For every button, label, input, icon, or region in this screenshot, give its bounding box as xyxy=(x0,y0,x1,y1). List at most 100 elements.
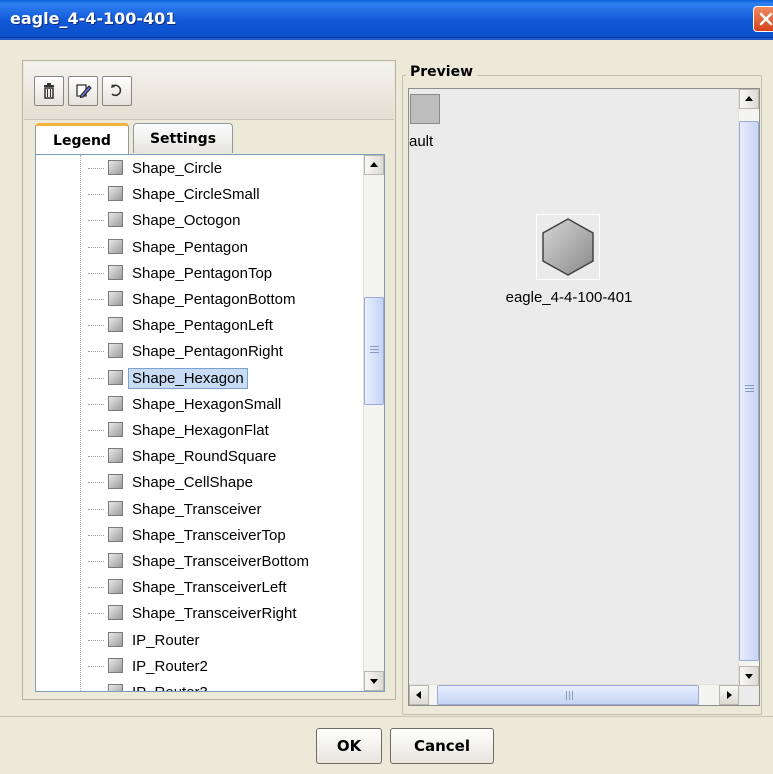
preview-scroll-up-button[interactable] xyxy=(739,89,759,109)
preview-label: Preview xyxy=(406,64,478,80)
shape-swatch-icon xyxy=(108,160,123,175)
tree-connector xyxy=(88,272,104,274)
toolbar xyxy=(24,62,394,120)
tree-item-label: Shape_TransceiverLeft xyxy=(132,579,287,597)
shape-swatch-icon xyxy=(108,212,123,228)
tree-item[interactable]: Shape_Circle xyxy=(36,155,356,181)
tree-connector xyxy=(88,403,104,405)
scroll-down-button[interactable] xyxy=(364,671,384,691)
tree-item[interactable]: Shape_CellShape xyxy=(36,469,356,495)
tree-item[interactable]: Shape_Hexagon xyxy=(36,365,356,391)
shape-swatch-icon xyxy=(108,500,123,516)
preview-horizontal-scrollbar[interactable] xyxy=(409,684,739,705)
tree-connector xyxy=(88,482,104,484)
tree-item-label: Shape_HexagonSmall xyxy=(132,395,282,413)
scroll-thumb[interactable] xyxy=(364,297,384,405)
tab-settings[interactable]: Settings xyxy=(133,123,233,153)
tree-item-label: Shape_TransceiverRight xyxy=(132,605,297,623)
tree-item-label: IP_Router3 xyxy=(128,682,212,691)
tree-connector xyxy=(88,508,104,510)
tree-item-label: Shape_Circle xyxy=(132,160,223,177)
preview-canvas[interactable]: ault eagle_4-4-100-401 xyxy=(408,88,760,706)
tree-item[interactable]: Shape_PentagonRight xyxy=(36,338,356,364)
tree-connector xyxy=(88,534,104,536)
refresh-icon xyxy=(111,84,122,97)
preview-scroll-thumb[interactable] xyxy=(739,121,759,661)
tree-connector xyxy=(88,665,104,667)
tree-connector xyxy=(88,299,104,300)
scroll-up-button[interactable] xyxy=(364,155,384,175)
tree-vertical-scrollbar[interactable] xyxy=(363,155,384,691)
shape-swatch-icon xyxy=(108,631,123,647)
tree-item[interactable]: IP_Router xyxy=(36,627,356,653)
tree-item[interactable]: Shape_TransceiverRight xyxy=(36,600,356,626)
tree-item-label: Shape_CellShape xyxy=(132,474,253,492)
shape-swatch-icon xyxy=(108,317,123,333)
tree-item[interactable]: Shape_PentagonTop xyxy=(36,260,356,286)
tree-item-label: IP_Router2 xyxy=(132,657,208,675)
tree-item-label: Shape_CircleSmall xyxy=(132,186,260,204)
tree-item[interactable]: Shape_TransceiverLeft xyxy=(36,574,356,600)
shape-swatch-icon xyxy=(108,474,123,490)
tree-item-label: Shape_PentagonRight xyxy=(132,343,283,361)
tree-item[interactable]: Shape_Transceiver xyxy=(36,496,356,522)
tree-item-label: Shape_RoundSquare xyxy=(132,448,277,466)
close-button[interactable] xyxy=(753,6,773,32)
tree-item[interactable]: Shape_HexagonFlat xyxy=(36,417,356,443)
scroll-right-button[interactable] xyxy=(719,685,739,705)
arrow-left-icon xyxy=(416,691,421,699)
tree-item-label: IP_Router xyxy=(132,631,200,649)
tree-item-label: Shape_HexagonFlat xyxy=(132,422,269,439)
button-bar-divider xyxy=(0,716,773,717)
tree-connector xyxy=(88,194,104,196)
arrow-up-icon xyxy=(745,96,753,101)
tree-item-label: Shape_PentagonTop xyxy=(132,264,273,282)
refresh-button[interactable] xyxy=(102,76,132,106)
default-shape-swatch xyxy=(410,94,440,124)
tree-connector xyxy=(88,587,104,589)
tree-item[interactable]: Shape_RoundSquare xyxy=(36,443,356,469)
tree-item[interactable]: Shape_TransceiverBottom xyxy=(36,548,356,574)
tree-item-label: Shape_PentagonLeft xyxy=(132,317,273,335)
edit-icon xyxy=(76,84,92,99)
shape-swatch-icon xyxy=(108,684,123,691)
tree-item[interactable]: Shape_PentagonLeft xyxy=(36,312,356,338)
shape-swatch-icon xyxy=(108,422,123,437)
tree-connector xyxy=(88,351,104,353)
tree-connector xyxy=(88,456,104,458)
legend-tree[interactable]: Shape_Circle Shape_CircleSmall Shape_Octog… xyxy=(35,154,385,692)
partial-label: ault xyxy=(409,133,434,150)
tab-legend[interactable]: Legend xyxy=(35,123,129,155)
tree-item[interactable]: IP_Router2 xyxy=(36,653,356,679)
tree-connector xyxy=(88,377,104,379)
preview-node[interactable] xyxy=(536,214,600,280)
tree-connector xyxy=(88,220,104,222)
cancel-button[interactable]: Cancel xyxy=(390,728,494,764)
tree-item[interactable]: Shape_PentagonBottom xyxy=(36,286,356,312)
tree-item[interactable]: Shape_Pentagon xyxy=(36,234,356,260)
tree-connector xyxy=(88,639,104,641)
ok-button[interactable]: OK xyxy=(316,728,382,764)
title-bar: eagle_4-4-100-401 xyxy=(0,0,773,38)
scroll-left-button[interactable] xyxy=(409,685,429,705)
edit-button[interactable] xyxy=(68,76,98,106)
tree-item[interactable]: IP_Router3 xyxy=(36,679,356,691)
shape-swatch-icon xyxy=(108,264,123,280)
tree-item[interactable]: Shape_TransceiverTop xyxy=(36,522,356,548)
tree-item-label: Shape_TransceiverTop xyxy=(132,526,286,544)
tree-item[interactable]: Shape_Octogon xyxy=(36,207,356,233)
tree-item[interactable]: Shape_CircleSmall xyxy=(36,181,356,207)
preview-node-label: eagle_4-4-100-401 xyxy=(505,289,633,306)
arrow-down-icon xyxy=(370,679,378,684)
tree-item-label: Shape_Transceiver xyxy=(132,500,262,518)
arrow-right-icon xyxy=(727,691,732,699)
tree-connector xyxy=(88,430,104,431)
tree-item[interactable]: Shape_HexagonSmall xyxy=(36,391,356,417)
tree-item-label: Shape_Octogon xyxy=(132,212,241,230)
tree-connector xyxy=(88,561,104,562)
delete-button[interactable] xyxy=(34,76,64,106)
preview-scroll-down-button[interactable] xyxy=(739,666,759,686)
shape-swatch-icon xyxy=(108,343,123,359)
preview-vertical-scrollbar[interactable] xyxy=(738,89,759,686)
horizontal-scroll-thumb[interactable] xyxy=(437,685,699,705)
